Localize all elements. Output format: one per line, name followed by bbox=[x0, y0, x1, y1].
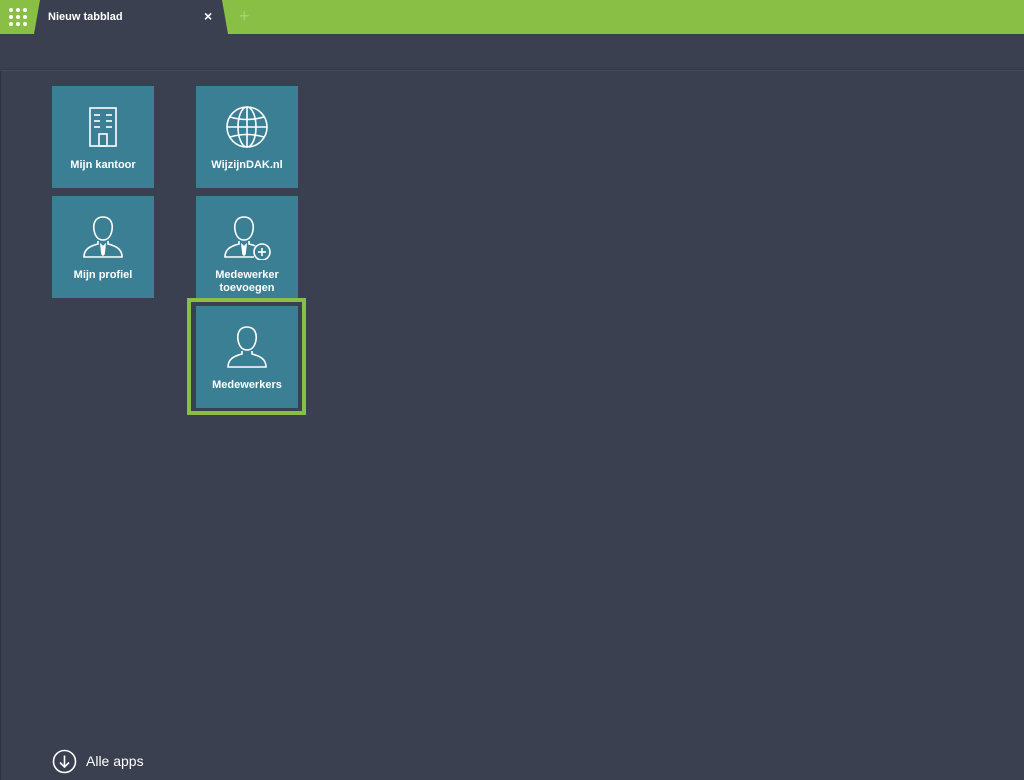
add-tab-icon[interactable]: + bbox=[239, 7, 250, 25]
tab-title: Nieuw tabblad bbox=[48, 11, 123, 23]
close-icon[interactable]: × bbox=[204, 8, 212, 24]
tile-label: WijzijnDAK.nl bbox=[211, 159, 283, 171]
tile-wijzijndak[interactable]: WijzijnDAK.nl bbox=[196, 86, 298, 188]
all-apps-label: Alle apps bbox=[86, 753, 144, 769]
add-user-icon bbox=[224, 216, 271, 260]
tab-new-tab[interactable]: Nieuw tabblad × bbox=[34, 0, 228, 34]
tile-medewerker-toevoegen[interactable]: Medewerker toevoegen bbox=[196, 196, 298, 298]
tile-label: Medewerker toevoegen bbox=[215, 269, 279, 294]
tile-mijn-kantoor[interactable]: Mijn kantoor bbox=[52, 86, 154, 188]
globe-icon bbox=[226, 106, 268, 148]
left-border bbox=[0, 34, 1, 780]
all-apps-button[interactable]: Alle apps bbox=[52, 748, 144, 774]
toolbar bbox=[0, 34, 1024, 70]
arrow-down-circle-icon bbox=[52, 749, 77, 773]
tile-label: Medewerkers bbox=[212, 379, 282, 391]
tile-label: Mijn kantoor bbox=[70, 159, 136, 171]
tile-label: Mijn profiel bbox=[73, 269, 133, 281]
user-icon bbox=[227, 326, 267, 368]
grid-dots-icon bbox=[9, 8, 27, 26]
office-building-icon bbox=[89, 107, 117, 147]
app-launcher-button[interactable] bbox=[0, 0, 36, 34]
tab-bar: Nieuw tabblad × + bbox=[0, 0, 1024, 34]
tile-medewerkers[interactable]: Medewerkers bbox=[196, 306, 298, 408]
tile-mijn-profiel[interactable]: Mijn profiel bbox=[52, 196, 154, 298]
user-profile-icon bbox=[83, 216, 123, 258]
